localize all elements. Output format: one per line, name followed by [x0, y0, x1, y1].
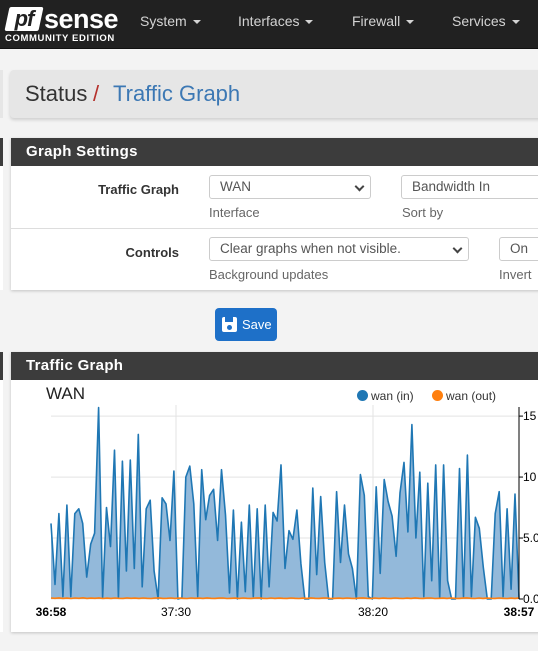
interface-select[interactable]: WAN	[209, 175, 371, 199]
invert-select[interactable]: On	[499, 237, 538, 261]
caret-down-icon	[511, 20, 520, 25]
sort-by-select[interactable]: Bandwidth In	[401, 175, 538, 199]
floppy-disk-icon	[222, 317, 237, 332]
save-button[interactable]: Save	[215, 308, 277, 341]
y-tick-label: 0.0	[523, 592, 538, 606]
x-tick-label: 38:57	[504, 605, 535, 619]
traffic-graph-label: Traffic Graph	[98, 182, 179, 197]
select-value: WAN	[220, 179, 251, 194]
background-updates-select[interactable]: Clear graphs when not visible.	[209, 237, 469, 261]
logo-word: sense	[44, 4, 119, 34]
breadcrumb-parent[interactable]: Status	[25, 81, 87, 107]
traffic-graph-panel: Traffic Graph WAN wan (in) wan (out) 0.0…	[11, 352, 538, 632]
caret-down-icon	[406, 20, 415, 25]
row-divider	[11, 228, 538, 229]
x-tick-label: 36:58	[36, 605, 67, 619]
left-pane-edge	[0, 138, 3, 166]
nav-menu-firewall[interactable]: Firewall	[352, 0, 415, 44]
controls-label: Controls	[125, 245, 179, 260]
breadcrumb: Status / Traffic Graph	[10, 70, 538, 118]
series-line-wan-out	[50, 596, 520, 600]
save-button-label: Save	[242, 317, 272, 332]
traffic-chart: WAN wan (in) wan (out) 0.0 5.0 10 15 36:58 37…	[11, 380, 538, 632]
y-tick-label: 10	[523, 470, 537, 484]
nav-menu-system[interactable]: System	[140, 0, 201, 44]
left-pane-edge	[0, 70, 3, 118]
chart-plot-area: 0.0 5.0 10 15 36:58 37:30 38:20 38:57	[36, 405, 538, 619]
page-title[interactable]: Traffic Graph	[113, 81, 240, 107]
top-navbar: pf sense COMMUNITY EDITION System Interf…	[0, 0, 538, 49]
pfsense-logo[interactable]: pf sense COMMUNITY EDITION	[4, 4, 119, 46]
x-tick-label: 38:20	[358, 605, 388, 619]
nav-menu-label: Firewall	[352, 13, 401, 29]
nav-menu-services[interactable]: Services	[452, 0, 520, 44]
breadcrumb-separator: /	[93, 81, 100, 106]
nav-menu-interfaces[interactable]: Interfaces	[238, 0, 314, 44]
background-updates-help: Background updates	[209, 267, 329, 282]
y-tick-label: 5.0	[523, 531, 538, 545]
select-value: Bandwidth In	[412, 179, 491, 194]
left-pane-edge	[0, 352, 3, 380]
left-pane-edge	[0, 166, 3, 290]
sort-by-help: Sort by	[402, 205, 444, 220]
interface-help: Interface	[209, 205, 260, 220]
nav-menu-label: System	[140, 13, 187, 29]
x-tick-label: 37:30	[161, 605, 191, 619]
nav-menu-label: Services	[452, 13, 506, 29]
chevron-down-icon	[354, 181, 365, 192]
panel-title: Graph Settings	[11, 138, 538, 166]
graph-settings-panel: Graph Settings Traffic Graph WAN Interfa…	[11, 138, 538, 290]
select-value: On	[510, 241, 529, 256]
invert-help: Invert	[499, 267, 532, 282]
logo-mark-text: pf	[14, 6, 34, 31]
y-tick-label: 15	[523, 409, 537, 423]
select-value: Clear graphs when not visible.	[220, 241, 401, 256]
nav-menu-label: Interfaces	[238, 13, 300, 29]
logo-mark: pf	[4, 6, 44, 31]
caret-down-icon	[305, 20, 314, 25]
left-pane-edge	[0, 380, 3, 632]
panel-title: Traffic Graph	[11, 352, 538, 380]
chevron-down-icon	[452, 243, 463, 254]
caret-down-icon	[192, 20, 201, 25]
logo-subtitle: COMMUNITY EDITION	[5, 33, 115, 44]
